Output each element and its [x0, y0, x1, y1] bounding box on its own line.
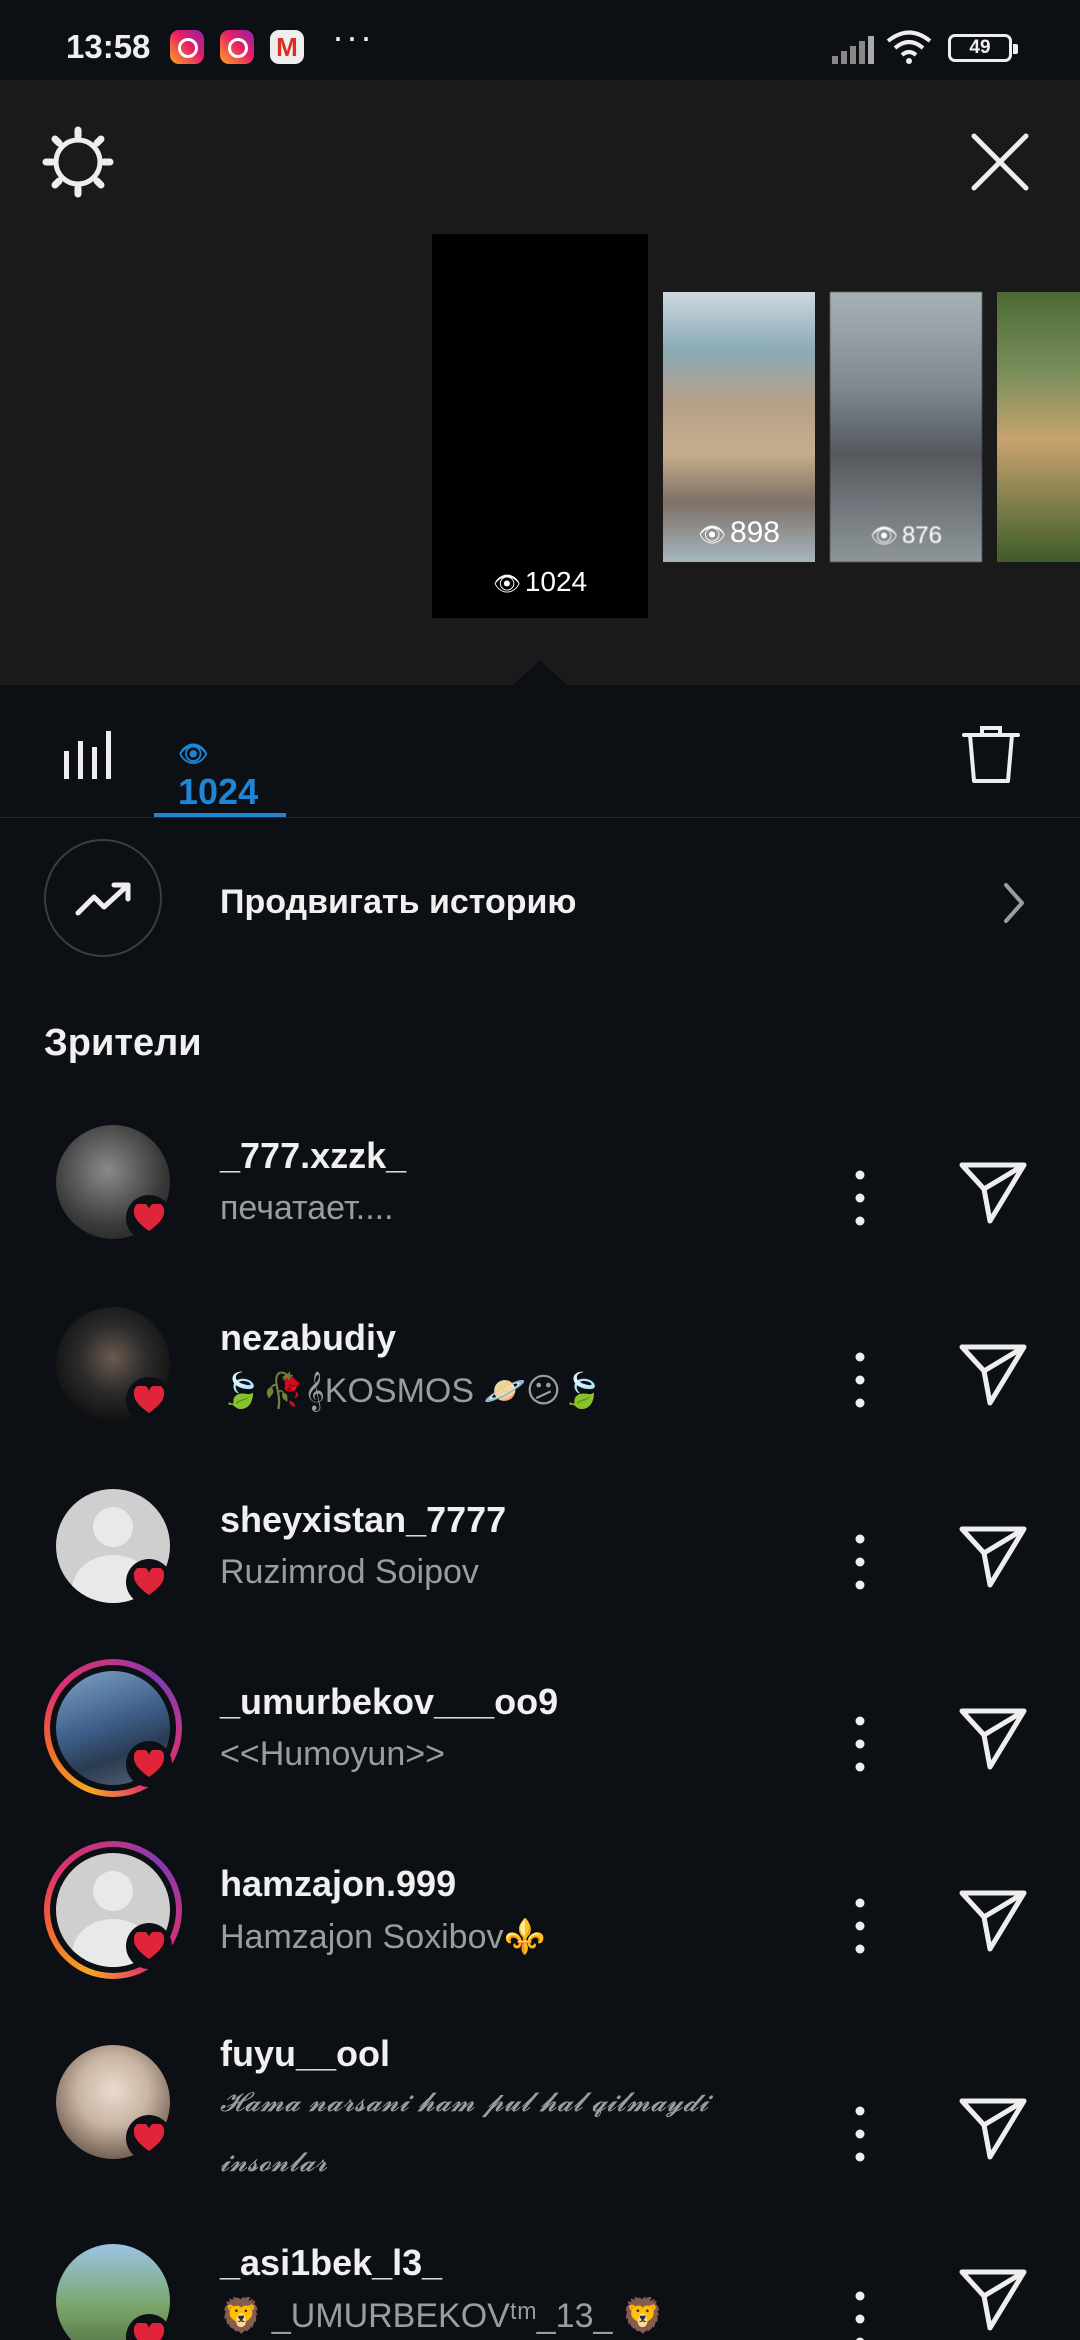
more-options-icon[interactable]	[840, 1709, 880, 1779]
viewer-username: _asi1bek_l3_	[220, 2242, 443, 2283]
viewer-row[interactable]: _777.xzzk_ печатает....	[0, 1113, 1080, 1295]
send-message-icon[interactable]	[956, 2262, 1030, 2336]
viewer-subtitle: Hamzajon Soxibov⚜️	[220, 1918, 546, 1956]
status-time: 13:58	[66, 28, 151, 65]
viewer-username: fuyu__ool	[220, 2033, 391, 2074]
more-options-icon[interactable]	[840, 1345, 880, 1415]
eye-icon: 👁	[178, 741, 209, 768]
like-badge	[126, 1741, 172, 1787]
viewer-username: hamzajon.999	[220, 1863, 457, 1904]
avatar[interactable]	[44, 1841, 182, 1979]
like-badge	[126, 1377, 172, 1423]
avatar[interactable]	[44, 1477, 182, 1615]
trending-up-icon	[75, 882, 131, 916]
trash-icon[interactable]	[960, 723, 1022, 785]
like-badge	[126, 1923, 172, 1969]
viewer-subtitle: Ruzimrod Soipov	[220, 1553, 479, 1591]
send-message-icon[interactable]	[956, 1519, 1030, 1593]
viewer-username: _umurbekov___oo9	[220, 1681, 559, 1722]
viewer-username: sheyxistan_7777	[220, 1499, 507, 1540]
gmail-icon: M	[270, 30, 304, 64]
eye-icon: 👁	[870, 523, 898, 548]
avatar[interactable]	[44, 2232, 182, 2340]
viewer-row[interactable]: hamzajon.999 Hamzajon Soxibov⚜️	[0, 1841, 1080, 2023]
avatar[interactable]	[44, 1659, 182, 1797]
instagram-icon	[170, 30, 204, 64]
like-badge	[126, 1559, 172, 1605]
viewer-username: nezabudiy	[220, 1317, 397, 1358]
viewer-row[interactable]: _umurbekov___oo9 <<Humoyun>>	[0, 1659, 1080, 1841]
heart-icon	[134, 1386, 164, 1413]
send-message-icon[interactable]	[956, 2091, 1030, 2165]
heart-icon	[134, 2323, 164, 2340]
viewer-subtitle: <<Humoyun>>	[220, 1735, 445, 1773]
eye-icon: 👁	[698, 522, 726, 547]
viewer-subtitle: 🍃🥀𝄞KOSMOS 🪐😕🍃	[220, 1372, 604, 1410]
gear-icon[interactable]	[38, 122, 118, 202]
avatar[interactable]	[44, 1113, 182, 1251]
viewer-row[interactable]: _asi1bek_l3_ 🦁 _UMURBEKOVᵗᵐ_13_ 🦁	[0, 2232, 1080, 2340]
story-view-count: 👁 898	[698, 516, 780, 549]
like-badge	[126, 2115, 172, 2161]
send-message-icon[interactable]	[956, 1883, 1030, 1957]
more-notifications-indicator: ···	[332, 16, 374, 57]
story-thumbnail-active[interactable]: 👁 1024	[432, 234, 648, 618]
viewer-row[interactable]: fuyu__ool 𝓗𝓪𝓶𝓪 𝓷𝓪𝓻𝓼𝓪𝓷𝓲 𝓱𝓪𝓶 𝓹𝓾𝓵 𝓱𝓪𝓵 𝓺𝓲𝓵𝓶𝓪…	[0, 2033, 1080, 2233]
story-preview-panel: 👁 1024 👁 898 👁 876	[0, 80, 1080, 686]
status-bar: 13:58 M ··· 49	[0, 0, 1080, 80]
close-icon[interactable]	[960, 122, 1040, 202]
battery-indicator: 49	[948, 34, 1018, 62]
viewer-row[interactable]: nezabudiy 🍃🥀𝄞KOSMOS 🪐😕🍃	[0, 1295, 1080, 1477]
promote-icon-circle	[44, 839, 162, 957]
more-options-icon[interactable]	[840, 1163, 880, 1233]
send-message-icon[interactable]	[956, 1155, 1030, 1229]
more-options-icon[interactable]	[840, 2099, 880, 2169]
eye-icon: 👁	[492, 571, 521, 596]
promote-story-row[interactable]: Продвигать историю	[0, 817, 1080, 987]
heart-icon	[134, 2124, 164, 2151]
story-tab-bar: 👁1024	[0, 685, 1080, 818]
heart-icon	[134, 1568, 164, 1595]
signal-icon	[832, 36, 874, 64]
heart-icon	[134, 1204, 164, 1231]
heart-icon	[134, 1750, 164, 1777]
send-message-icon[interactable]	[956, 1337, 1030, 1411]
avatar[interactable]	[44, 1295, 182, 1433]
wifi-icon	[886, 30, 932, 64]
more-options-icon[interactable]	[840, 2284, 880, 2340]
viewer-subtitle: печатает....	[220, 1189, 394, 1227]
battery-level: 49	[969, 37, 991, 58]
avatar[interactable]	[44, 2033, 182, 2171]
viewer-subtitle: 🦁 _UMURBEKOVᵗᵐ_13_ 🦁	[220, 2297, 665, 2335]
viewer-subtitle: 𝓗𝓪𝓶𝓪 𝓷𝓪𝓻𝓼𝓪𝓷𝓲 𝓱𝓪𝓶 𝓹𝓾𝓵 𝓱𝓪𝓵 𝓺𝓲𝓵𝓶𝓪𝔂𝓭𝓲 𝓲𝓷𝓼𝓸𝓷𝓵…	[220, 2087, 709, 2178]
like-badge	[126, 1195, 172, 1241]
viewer-row[interactable]: sheyxistan_7777 Ruzimrod Soipov	[0, 1477, 1080, 1659]
instagram-icon	[220, 30, 254, 64]
story-thumbnail[interactable]: 👁 898	[663, 292, 815, 562]
chevron-right-icon	[1004, 883, 1024, 923]
tab-viewers[interactable]: 👁1024	[154, 685, 286, 817]
promote-story-label: Продвигать историю	[220, 883, 577, 921]
send-message-icon[interactable]	[956, 1701, 1030, 1775]
story-view-count: 👁 1024	[492, 566, 588, 597]
viewers-section-title: Зрители	[44, 1022, 202, 1064]
more-options-icon[interactable]	[840, 1527, 880, 1597]
story-thumbnail[interactable]	[997, 292, 1080, 562]
bar-chart-icon[interactable]	[60, 725, 116, 781]
story-view-count: 👁 876	[870, 522, 942, 549]
heart-icon	[134, 1932, 164, 1959]
more-options-icon[interactable]	[840, 1891, 880, 1961]
viewer-username: _777.xzzk_	[220, 1135, 407, 1176]
viewers-count-label: 👁1024	[178, 741, 259, 812]
active-story-pointer	[512, 660, 568, 686]
story-thumbnail[interactable]: 👁 876	[830, 292, 982, 562]
